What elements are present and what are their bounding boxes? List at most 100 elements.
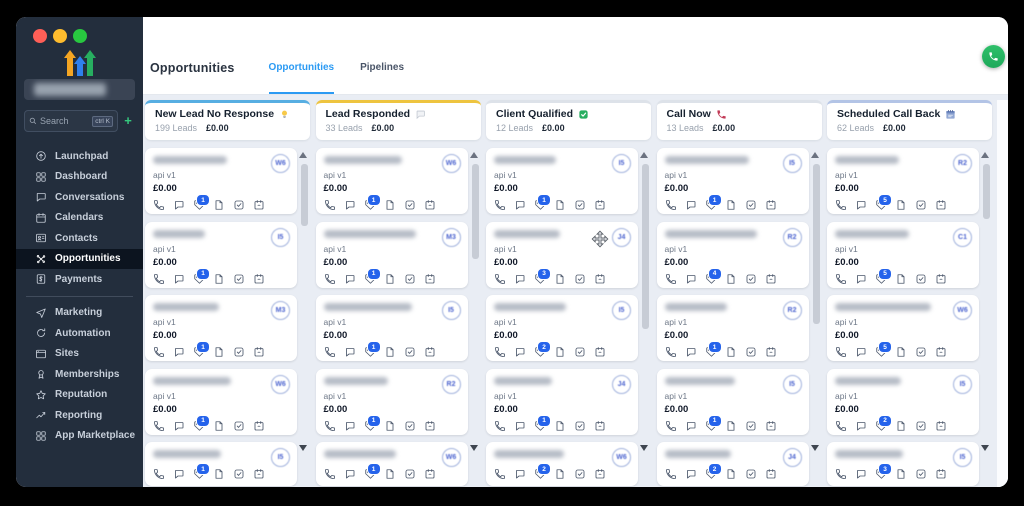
notes-icon[interactable] [554, 199, 566, 211]
opportunity-card[interactable]: W6api v1£0.001 [145, 369, 297, 435]
tasks-icon[interactable] [745, 346, 757, 358]
tasks-icon[interactable] [574, 420, 586, 432]
call-icon[interactable] [153, 273, 165, 285]
column-scrollbar[interactable] [983, 164, 990, 219]
opportunity-card[interactable]: W6api v1£0.001 [145, 148, 297, 214]
sms-icon[interactable] [685, 420, 697, 432]
notes-icon[interactable] [725, 468, 737, 480]
opportunity-card[interactable]: R2api v1£0.004 [657, 222, 809, 288]
tasks-icon[interactable] [574, 346, 586, 358]
sms-icon[interactable] [344, 346, 356, 358]
sidebar-item-memberships[interactable]: Memberships [16, 364, 143, 385]
tab-opportunities[interactable]: Opportunities [269, 42, 335, 94]
appointment-icon[interactable] [765, 346, 777, 358]
opportunity-card[interactable]: R2api v1£0.001 [316, 369, 468, 435]
call-dialer-button[interactable] [982, 45, 1005, 68]
appointment-icon[interactable] [765, 273, 777, 285]
call-icon[interactable] [835, 346, 847, 358]
opportunity-card[interactable]: I5api v1£0.002 [827, 369, 979, 435]
tasks-icon[interactable] [404, 420, 416, 432]
appointment-icon[interactable] [594, 346, 606, 358]
close-window-button[interactable] [33, 29, 47, 43]
tag-icon[interactable]: 4 [705, 273, 717, 285]
tasks-icon[interactable] [233, 199, 245, 211]
notes-icon[interactable] [554, 346, 566, 358]
appointment-icon[interactable] [253, 468, 265, 480]
appointment-icon[interactable] [594, 199, 606, 211]
notes-icon[interactable] [213, 346, 225, 358]
sidebar-item-reporting[interactable]: Reporting [16, 405, 143, 426]
sms-icon[interactable] [855, 468, 867, 480]
sms-icon[interactable] [173, 420, 185, 432]
call-icon[interactable] [665, 273, 677, 285]
notes-icon[interactable] [895, 468, 907, 480]
appointment-icon[interactable] [594, 273, 606, 285]
column-header[interactable]: Call Now13 Leads£0.00 [657, 100, 822, 140]
tag-icon[interactable]: 1 [364, 199, 376, 211]
quick-add-button[interactable]: + [121, 111, 135, 131]
notes-icon[interactable] [213, 199, 225, 211]
call-icon[interactable] [324, 346, 336, 358]
sidebar-item-sites[interactable]: Sites [16, 344, 143, 365]
column-header[interactable]: New Lead No Response199 Leads£0.00 [145, 100, 310, 140]
call-icon[interactable] [835, 468, 847, 480]
tag-icon[interactable]: 1 [364, 468, 376, 480]
call-icon[interactable] [153, 346, 165, 358]
opportunity-card[interactable]: I53 [827, 442, 979, 486]
sms-icon[interactable] [344, 273, 356, 285]
sms-icon[interactable] [173, 273, 185, 285]
tag-icon[interactable]: 1 [364, 346, 376, 358]
column-scrollbar[interactable] [642, 164, 649, 329]
notes-icon[interactable] [895, 346, 907, 358]
notes-icon[interactable] [213, 420, 225, 432]
sms-icon[interactable] [173, 199, 185, 211]
notes-icon[interactable] [384, 468, 396, 480]
call-icon[interactable] [324, 420, 336, 432]
sms-icon[interactable] [514, 468, 526, 480]
opportunity-card[interactable]: W62 [486, 442, 638, 486]
call-icon[interactable] [494, 346, 506, 358]
appointment-icon[interactable] [594, 468, 606, 480]
notes-icon[interactable] [725, 420, 737, 432]
tag-icon[interactable]: 1 [705, 199, 717, 211]
appointment-icon[interactable] [765, 420, 777, 432]
sms-icon[interactable] [344, 420, 356, 432]
opportunity-card[interactable]: R2api v1£0.005 [827, 148, 979, 214]
tag-icon[interactable]: 1 [364, 420, 376, 432]
notes-icon[interactable] [895, 273, 907, 285]
column-header[interactable]: Client Qualified12 Leads£0.00 [486, 100, 651, 140]
tasks-icon[interactable] [915, 273, 927, 285]
sms-icon[interactable] [855, 346, 867, 358]
opportunity-card[interactable]: I5api v1£0.001 [316, 295, 468, 361]
appointment-icon[interactable] [765, 468, 777, 480]
sms-icon[interactable] [514, 199, 526, 211]
notes-icon[interactable] [384, 420, 396, 432]
tasks-icon[interactable] [233, 346, 245, 358]
sidebar-item-conversations[interactable]: Conversations [16, 187, 143, 208]
tag-icon[interactable]: 1 [193, 273, 205, 285]
sms-icon[interactable] [685, 346, 697, 358]
tag-icon[interactable]: 2 [534, 346, 546, 358]
tasks-icon[interactable] [233, 420, 245, 432]
sidebar-item-contacts[interactable]: Contacts [16, 228, 143, 249]
tasks-icon[interactable] [745, 420, 757, 432]
appointment-icon[interactable] [424, 468, 436, 480]
sms-icon[interactable] [173, 346, 185, 358]
sidebar-item-app-marketplace[interactable]: App Marketplace [16, 426, 143, 447]
sidebar-item-marketing[interactable]: Marketing [16, 303, 143, 324]
tasks-icon[interactable] [233, 273, 245, 285]
call-icon[interactable] [153, 420, 165, 432]
opportunity-card[interactable]: I5api v1£0.001 [486, 148, 638, 214]
tab-pipelines[interactable]: Pipelines [360, 42, 404, 94]
account-switcher[interactable] [24, 79, 135, 100]
tag-icon[interactable]: 5 [875, 199, 887, 211]
call-icon[interactable] [665, 199, 677, 211]
notes-icon[interactable] [725, 273, 737, 285]
appointment-icon[interactable] [424, 420, 436, 432]
call-icon[interactable] [324, 273, 336, 285]
sms-icon[interactable] [855, 420, 867, 432]
notes-icon[interactable] [213, 273, 225, 285]
tag-icon[interactable]: 1 [193, 420, 205, 432]
call-icon[interactable] [494, 273, 506, 285]
sidebar-item-launchpad[interactable]: Launchpad [16, 146, 143, 167]
